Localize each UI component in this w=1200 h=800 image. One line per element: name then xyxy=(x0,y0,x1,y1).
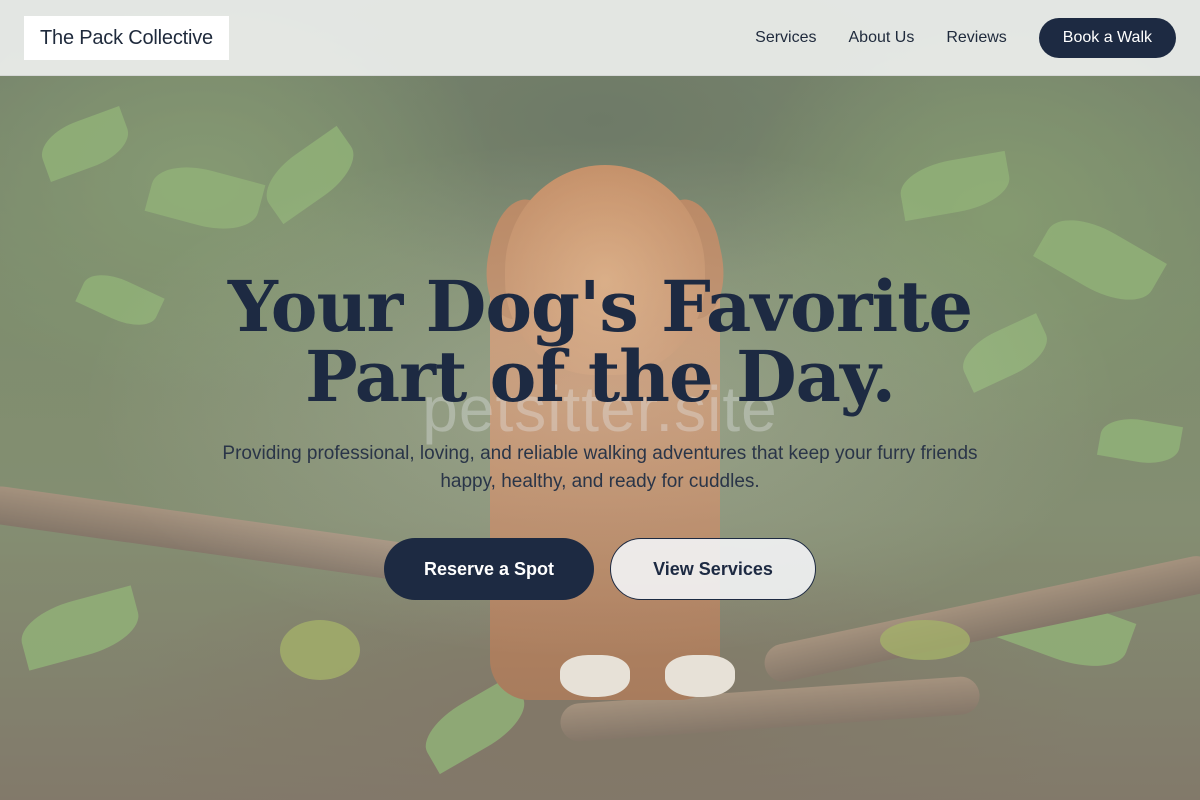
view-services-button[interactable]: View Services xyxy=(610,538,816,600)
brand-logo[interactable]: The Pack Collective xyxy=(24,15,229,60)
nav-link-reviews[interactable]: Reviews xyxy=(946,29,1006,47)
hero-title: Your Dog's Favorite Part of the Day. xyxy=(227,265,973,418)
reserve-a-spot-button[interactable]: Reserve a Spot xyxy=(384,538,594,600)
hero-section: Your Dog's Favorite Part of the Day. Pro… xyxy=(0,272,1200,600)
site-header: The Pack Collective Services About Us Re… xyxy=(0,0,1200,76)
nav-link-about-us[interactable]: About Us xyxy=(849,29,915,47)
nav-link-services[interactable]: Services xyxy=(755,29,816,47)
hero-actions: Reserve a Spot View Services xyxy=(0,538,1200,600)
hero-subtitle: Providing professional, loving, and reli… xyxy=(222,443,978,492)
main-nav: Services About Us Reviews Book a Walk xyxy=(755,17,1176,58)
book-a-walk-button[interactable]: Book a Walk xyxy=(1038,17,1176,58)
page: petsitter.site The Pack Collective Servi… xyxy=(0,0,1200,800)
